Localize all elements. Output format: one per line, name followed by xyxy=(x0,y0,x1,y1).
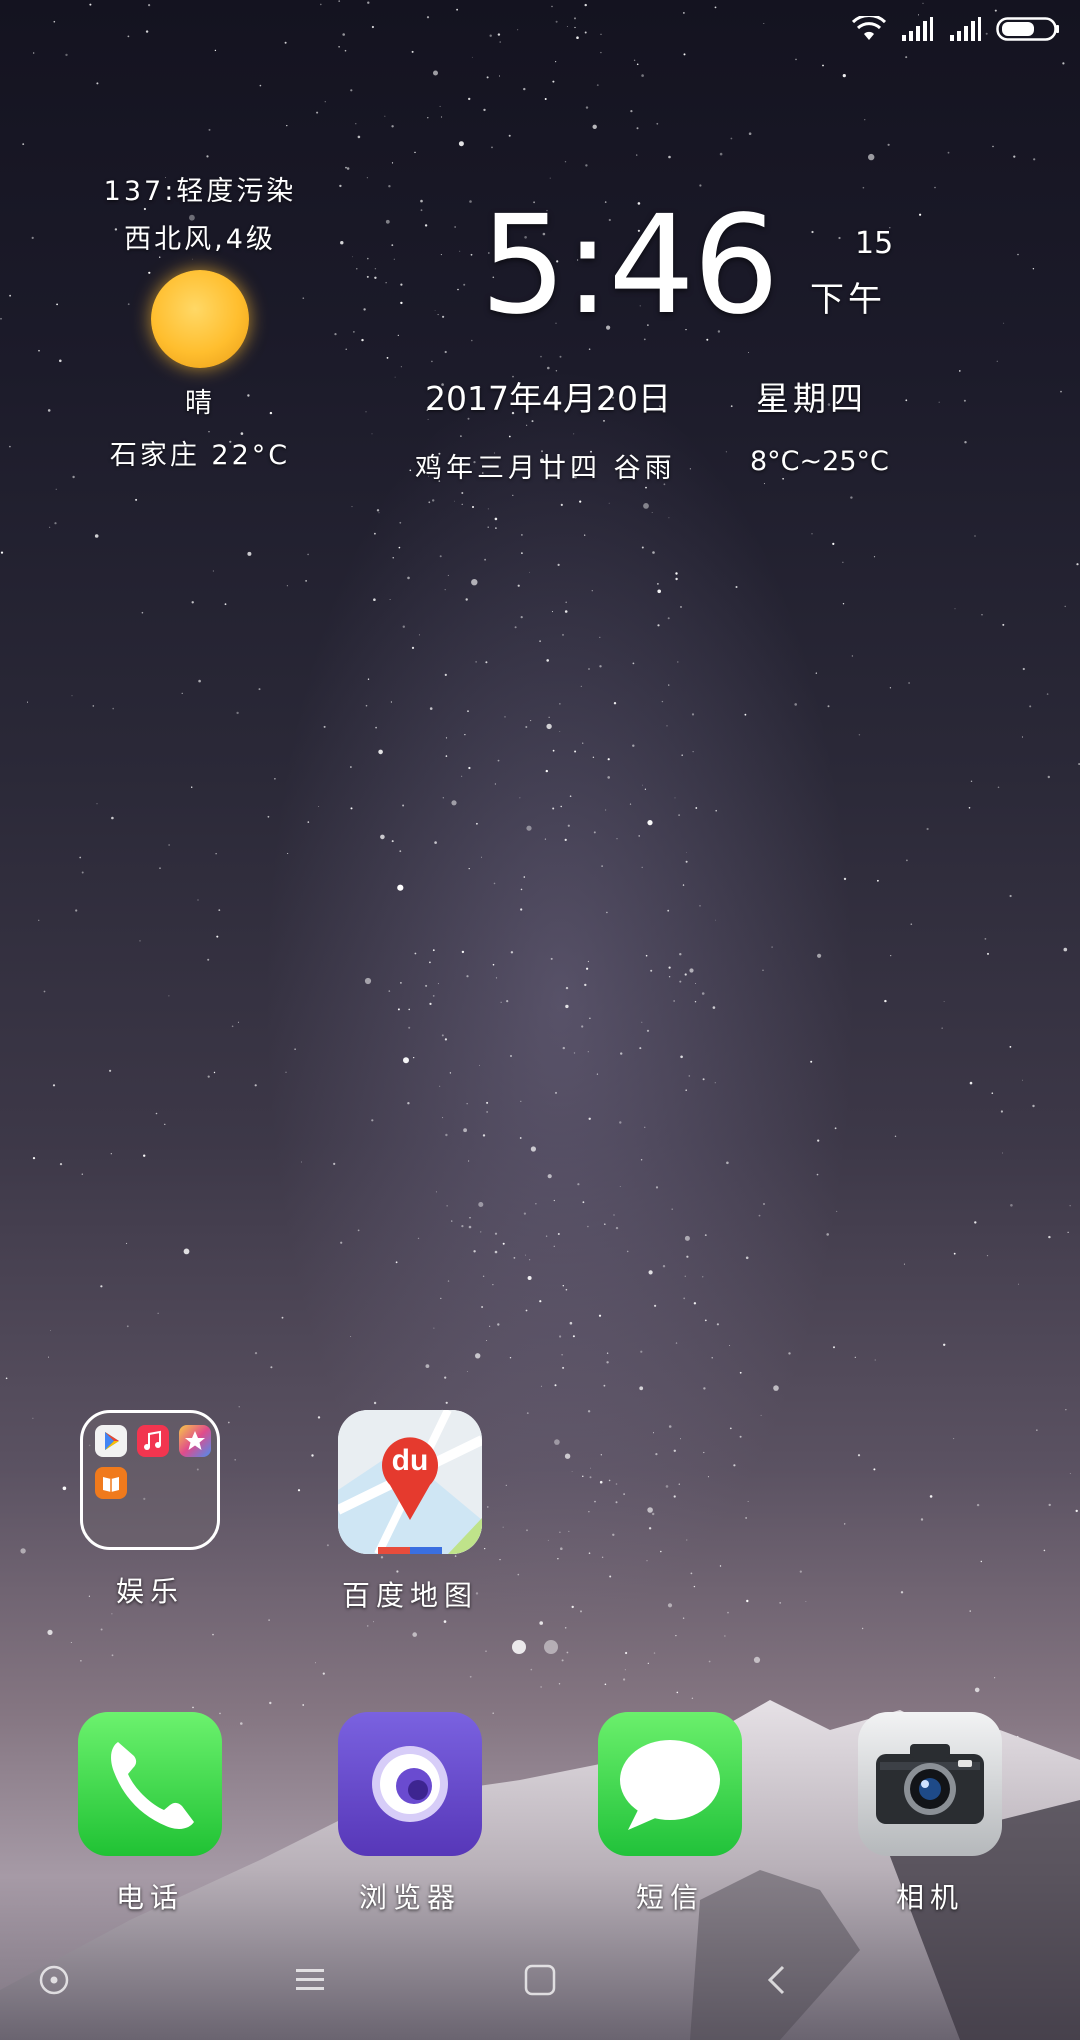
camera-icon xyxy=(858,1712,1002,1856)
sun-icon xyxy=(151,270,249,368)
play-store-icon xyxy=(95,1425,127,1457)
messages-icon xyxy=(598,1712,742,1856)
star-icon xyxy=(179,1425,211,1457)
folder-label: 娱乐 xyxy=(115,1575,184,1608)
weather-widget[interactable]: 137:轻度污染 西北风,4级 晴 石家庄 22°C xyxy=(80,168,320,480)
dock-app-browser[interactable]: 浏览器 xyxy=(310,1712,510,1916)
wifi-icon xyxy=(852,16,886,42)
dock-app-messages[interactable]: 短信 xyxy=(570,1712,770,1916)
clock-seconds: 15 xyxy=(855,226,894,261)
dock-app-camera[interactable]: 相机 xyxy=(830,1712,1030,1916)
dock-label-messages: 短信 xyxy=(635,1881,704,1914)
back-icon[interactable] xyxy=(736,1950,816,2010)
signal-icon xyxy=(948,16,982,42)
dock-app-phone[interactable]: 电话 xyxy=(50,1712,250,1916)
dock-label-camera: 相机 xyxy=(895,1881,964,1914)
temperature-range: 8°C~25°C xyxy=(750,446,889,477)
app-baidu-map[interactable]: du 百度地图 xyxy=(310,1410,510,1614)
wind-info: 西北风,4级 xyxy=(124,224,276,255)
baidu-map-icon-text: du xyxy=(391,1444,429,1477)
home-icon[interactable] xyxy=(500,1950,580,2010)
battery-icon xyxy=(996,16,1060,42)
assistant-icon[interactable] xyxy=(14,1950,94,2010)
music-icon xyxy=(137,1425,169,1457)
city-temperature: 石家庄 22°C xyxy=(109,440,291,471)
clock-date[interactable]: 2017年4月20日 xyxy=(425,372,671,420)
status-bar xyxy=(852,14,1060,44)
clock-weekday: 星期四 xyxy=(756,379,867,418)
app-label-baidu-map: 百度地图 xyxy=(341,1579,478,1612)
weather-condition: 晴 xyxy=(185,388,215,419)
clock-ampm: 下午 xyxy=(810,280,886,320)
clock-time[interactable]: 5:46 xyxy=(480,196,779,336)
page-indicator xyxy=(512,1640,558,1654)
browser-icon xyxy=(338,1712,482,1856)
folder-entertainment[interactable]: 娱乐 xyxy=(50,1410,250,1610)
home-screen: 137:轻度污染 西北风,4级 晴 石家庄 22°C 5:46 15 下午 20… xyxy=(0,0,1080,2040)
page-dot-1[interactable] xyxy=(512,1640,526,1654)
navigation-bar xyxy=(0,1950,1080,2010)
folder-icon xyxy=(80,1410,220,1550)
menu-icon[interactable] xyxy=(270,1950,350,2010)
book-icon xyxy=(95,1467,127,1499)
baidu-map-icon: du xyxy=(338,1410,482,1554)
air-quality: 137:轻度污染 xyxy=(103,176,297,207)
dock-label-browser: 浏览器 xyxy=(358,1881,461,1914)
signal-icon xyxy=(900,16,934,42)
dock-label-phone: 电话 xyxy=(115,1881,184,1914)
phone-icon xyxy=(78,1712,222,1856)
page-dot-2[interactable] xyxy=(544,1640,558,1654)
lunar-date: 鸡年三月廿四 谷雨 xyxy=(415,453,676,484)
